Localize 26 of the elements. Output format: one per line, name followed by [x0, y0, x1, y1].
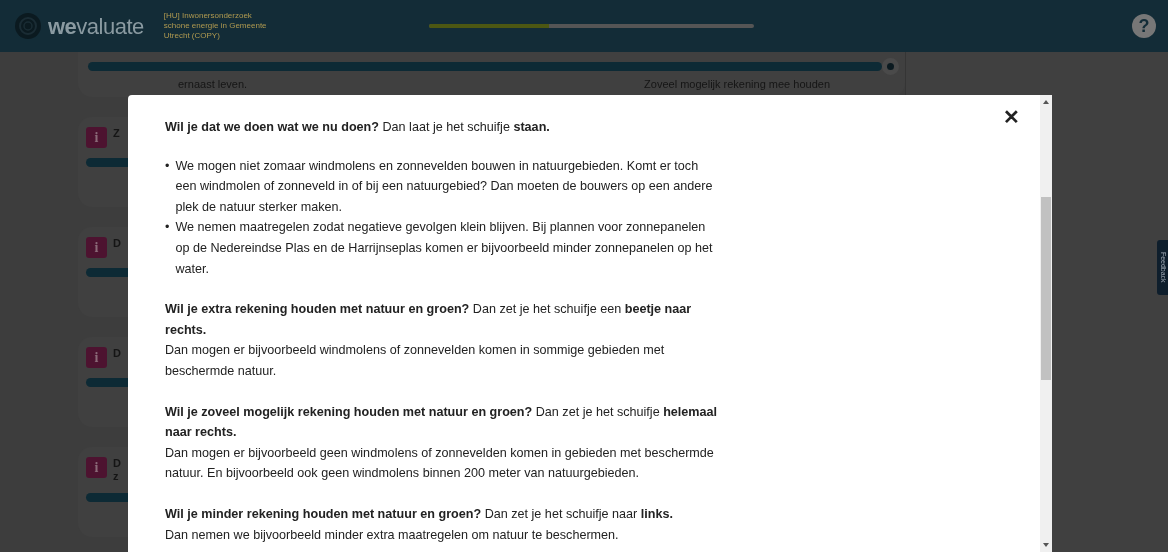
survey-title: [HU] Inwonersonderzoek schone energie in Gemeente Utrecht (COPY) [163, 11, 268, 41]
logo-icon [14, 12, 42, 40]
question-text: Wil je minder rekening houden met natuur en groen? Dan zet je het schuifje naar links. [165, 505, 674, 523]
info-icon[interactable]: i [86, 237, 107, 258]
bullet-icon: • [165, 155, 170, 218]
scrollbar-thumb[interactable] [1041, 197, 1051, 380]
info-icon[interactable]: i [86, 127, 107, 148]
scroll-down-icon[interactable] [1043, 543, 1049, 547]
bullet-text: We mogen niet zomaar windmolens en zonnevelden bouwen in natuurgebieden. Komt er toch een windmolen of zonneveld in of bij een natuurgebied? Dan moeten de bouwers op een andere plek de natuur sterker maken. [175, 157, 714, 216]
slider-track[interactable] [88, 62, 882, 71]
explanation-text: Dan nemen we bijvoorbeeld minder extra maatregelen om natuur te beschermen. [165, 526, 620, 544]
scrollbar[interactable] [1040, 95, 1052, 552]
question-text: Wil je extra rekening houden met natuur en groen? Dan zet je het schuifje een beetje naar rechts. [165, 301, 693, 339]
question-text: Wil je zoveel mogelijk rekening houden met natuur en groen? Dan zet je het schuifje helemaal naar rechts. [165, 403, 719, 442]
explanation-text: Dan mogen er bijvoorbeeld geen windmolens of zonnevelden komen in gebieden met beschermde natuur. En bijvoorbeeld ook geen windmolens binnen 200 meter van natuurgebieden. [165, 444, 715, 483]
close-button[interactable]: ✕ [1003, 107, 1020, 127]
bullet-text: We nemen maatregelen zodat negatieve gevolgen klein blijven. Bij plannen voor zonnepanelen op de Nedereindse Plas en de Harrijnseplas komen er bijvoorbeeld minder zonnepanelen op het water. [175, 219, 714, 278]
slider-thumb[interactable] [882, 58, 899, 75]
info-icon[interactable]: i [86, 347, 107, 368]
help-button[interactable]: ? [1132, 14, 1156, 38]
scroll-up-icon[interactable] [1043, 100, 1049, 104]
logo[interactable]: wevaluate [48, 9, 144, 43]
explanation-text: Dan mogen er bijvoorbeeld windmolens of zonnevelden komen in sommige gebieden met beschermde natuur. [165, 342, 666, 380]
bullet-icon: • [165, 217, 170, 280]
question-text: Wil je dat we doen wat we nu doen? Dan laat je het schuifje staan. [165, 119, 551, 136]
info-icon[interactable]: i [86, 457, 107, 478]
